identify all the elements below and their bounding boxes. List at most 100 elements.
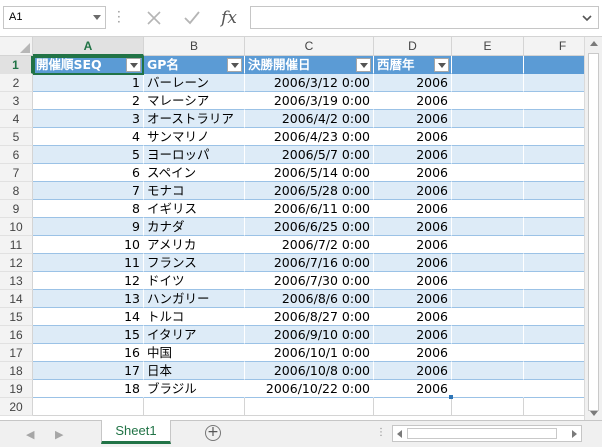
empty-cell[interactable] [452,200,524,218]
empty-cell[interactable] [452,92,524,110]
empty-cell[interactable] [452,362,524,380]
table-cell-seq[interactable]: 11 [33,254,144,272]
table-cell-seq[interactable]: 12 [33,272,144,290]
table-cell-seq[interactable]: 14 [33,308,144,326]
table-cell-gp[interactable]: バーレーン [144,74,245,92]
table-cell-seq[interactable]: 9 [33,218,144,236]
table-cell-gp[interactable]: イタリア [144,326,245,344]
empty-cell[interactable] [452,380,524,398]
table-cell-gp[interactable]: ブラジル [144,380,245,398]
table-cell-gp[interactable]: スペイン [144,164,245,182]
empty-cell[interactable] [452,326,524,344]
row-header-2[interactable]: 2 [0,74,33,92]
empty-cell[interactable] [452,344,524,362]
chevron-right-icon[interactable]: ▶ [55,428,63,441]
table-cell-year[interactable]: 2006 [374,74,452,92]
table-cell-year[interactable]: 2006 [374,254,452,272]
expand-formula-bar-icon[interactable] [582,15,592,22]
horizontal-scrollbar[interactable] [392,425,582,442]
name-box[interactable]: A1 [3,6,106,29]
table-cell-gp[interactable]: ヨーロッパ [144,146,245,164]
table-resize-handle[interactable] [449,395,453,399]
table-cell-gp[interactable]: イギリス [144,200,245,218]
table-cell-date[interactable]: 2006/4/2 0:00 [245,110,374,128]
table-cell-date[interactable]: 2006/5/14 0:00 [245,164,374,182]
table-cell-seq[interactable]: 1 [33,74,144,92]
table-header-cell[interactable]: 西暦年 [374,56,452,74]
empty-cell[interactable] [245,398,374,416]
table-cell-seq[interactable]: 18 [33,380,144,398]
table-cell-seq[interactable]: 13 [33,290,144,308]
table-cell-gp[interactable]: フランス [144,254,245,272]
table-cell-gp[interactable]: トルコ [144,308,245,326]
table-cell-year[interactable]: 2006 [374,290,452,308]
row-header-11[interactable]: 11 [0,236,33,254]
formula-input[interactable] [250,6,599,29]
column-header-a[interactable]: A [33,37,144,56]
empty-cell[interactable] [452,74,524,92]
table-cell-year[interactable]: 2006 [374,182,452,200]
table-cell-date[interactable]: 2006/8/6 0:00 [245,290,374,308]
row-header-13[interactable]: 13 [0,272,33,290]
table-cell-year[interactable]: 2006 [374,362,452,380]
row-header-1[interactable]: 1 [0,56,33,74]
table-cell-seq[interactable]: 4 [33,128,144,146]
scroll-left-icon[interactable] [397,430,402,438]
table-cell-gp[interactable]: 日本 [144,362,245,380]
table-cell-year[interactable]: 2006 [374,380,452,398]
table-cell-seq[interactable]: 6 [33,164,144,182]
table-cell-year[interactable]: 2006 [374,308,452,326]
row-header-20[interactable]: 20 [0,398,33,416]
table-cell-year[interactable]: 2006 [374,92,452,110]
row-header-16[interactable]: 16 [0,326,33,344]
empty-cell[interactable] [452,110,524,128]
table-cell-seq[interactable]: 17 [33,362,144,380]
table-cell-date[interactable]: 2006/5/7 0:00 [245,146,374,164]
table-cell-gp[interactable]: アメリカ [144,236,245,254]
table-cell-gp[interactable]: ドイツ [144,272,245,290]
check-icon[interactable] [179,5,205,31]
row-header-10[interactable]: 10 [0,218,33,236]
table-cell-gp[interactable]: マレーシア [144,92,245,110]
scroll-right-icon[interactable] [572,430,577,438]
table-cell-seq[interactable]: 7 [33,182,144,200]
table-cell-date[interactable]: 2006/5/28 0:00 [245,182,374,200]
empty-cell[interactable] [452,146,524,164]
filter-dropdown-icon[interactable] [227,58,242,72]
row-header-3[interactable]: 3 [0,92,33,110]
empty-cell[interactable] [452,308,524,326]
table-cell-seq[interactable]: 3 [33,110,144,128]
row-header-4[interactable]: 4 [0,110,33,128]
scroll-up-icon[interactable] [590,41,598,46]
empty-cell[interactable] [452,56,524,74]
table-cell-seq[interactable]: 10 [33,236,144,254]
select-all-button[interactable] [0,37,33,56]
table-cell-year[interactable]: 2006 [374,110,452,128]
table-cell-gp[interactable]: 中国 [144,344,245,362]
scroll-down-icon[interactable] [590,411,598,416]
filter-dropdown-icon[interactable] [434,58,449,72]
table-cell-seq[interactable]: 15 [33,326,144,344]
table-header-cell[interactable]: 決勝開催日 [245,56,374,74]
worksheet-grid[interactable]: A B C D E F 1 開催順SEQ GP名 決勝開催日 西暦年 2 1 バーレーン 2006/3/12… [0,37,602,420]
table-cell-gp[interactable]: オーストラリア [144,110,245,128]
insert-function-button[interactable]: fx [216,5,242,31]
table-cell-year[interactable]: 2006 [374,200,452,218]
row-header-6[interactable]: 6 [0,146,33,164]
empty-cell[interactable] [452,254,524,272]
empty-cell[interactable] [452,398,524,416]
table-cell-date[interactable]: 2006/3/12 0:00 [245,74,374,92]
table-cell-date[interactable]: 2006/7/2 0:00 [245,236,374,254]
table-cell-seq[interactable]: 5 [33,146,144,164]
row-header-17[interactable]: 17 [0,344,33,362]
table-cell-year[interactable]: 2006 [374,344,452,362]
row-header-15[interactable]: 15 [0,308,33,326]
table-cell-date[interactable]: 2006/8/27 0:00 [245,308,374,326]
x-icon[interactable] [141,5,167,31]
empty-cell[interactable] [452,290,524,308]
vertical-scroll-thumb[interactable] [588,53,599,411]
table-cell-date[interactable]: 2006/6/11 0:00 [245,200,374,218]
table-cell-gp[interactable]: カナダ [144,218,245,236]
table-cell-year[interactable]: 2006 [374,164,452,182]
table-cell-date[interactable]: 2006/3/19 0:00 [245,92,374,110]
